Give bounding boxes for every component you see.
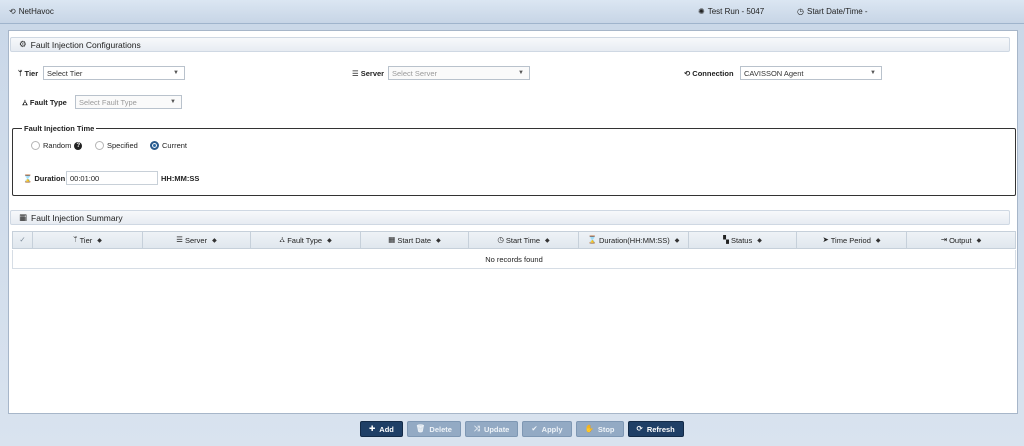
injection-time-legend: Fault Injection Time bbox=[22, 124, 97, 133]
duration-label: ⌛ Duration bbox=[23, 173, 66, 183]
map-icon: ▚ bbox=[723, 235, 729, 245]
summary-table-header: ✓ ᛘ Tier ◆ ☰ Server ◆ ⛼ Fault Type ◆ ▦ S… bbox=[12, 231, 1016, 249]
trash-icon: 🗑 bbox=[415, 424, 426, 434]
sort-icon[interactable]: ◆ bbox=[757, 237, 762, 244]
check-icon: ✔ bbox=[531, 424, 538, 434]
sort-icon[interactable]: ◆ bbox=[436, 237, 441, 244]
sort-icon[interactable]: ◆ bbox=[327, 237, 332, 244]
column-header-duration[interactable]: ⌛ Duration(HH:MM:SS) ◆ bbox=[579, 232, 689, 248]
hourglass-icon: ⌛ bbox=[587, 235, 597, 245]
connection-select[interactable]: CAVISSON Agent ▼ bbox=[740, 66, 882, 80]
radio-current[interactable]: Current bbox=[150, 141, 187, 150]
column-header-tier[interactable]: ᛘ Tier ◆ bbox=[33, 232, 143, 248]
plus-icon: ✚ bbox=[369, 424, 376, 434]
config-section-title: Fault Injection Configurations bbox=[30, 39, 141, 50]
chevron-down-icon: ▼ bbox=[173, 70, 179, 76]
start-datetime-label: Start Date/Time - bbox=[806, 7, 868, 16]
start-datetime-info: ◷ Start Date/Time - bbox=[797, 7, 868, 16]
send-icon: ➤ bbox=[822, 235, 829, 245]
link-icon: ⟲ bbox=[684, 68, 691, 78]
calendar-icon: ▦ bbox=[388, 235, 396, 245]
gears-icon: ⚙ bbox=[19, 39, 27, 50]
column-header-output[interactable]: ⇥ Output ◆ bbox=[907, 232, 1015, 248]
sort-icon[interactable]: ◆ bbox=[675, 237, 680, 244]
column-header-time-period[interactable]: ➤ Time Period ◆ bbox=[797, 232, 907, 248]
duration-input[interactable]: 00:01:00 bbox=[66, 171, 158, 185]
server-icon: ☰ bbox=[352, 68, 359, 78]
column-header-status[interactable]: ▚ Status ◆ bbox=[689, 232, 797, 248]
hand-stop-icon: ✋ bbox=[584, 424, 594, 434]
sort-icon[interactable]: ◆ bbox=[545, 237, 550, 244]
refresh-button[interactable]: ⟳ Refresh bbox=[627, 421, 684, 437]
column-header-server[interactable]: ☰ Server ◆ bbox=[143, 232, 251, 248]
select-all-checkbox[interactable]: ✓ bbox=[13, 232, 33, 248]
sort-icon[interactable]: ◆ bbox=[212, 237, 217, 244]
spinner-icon: ✺ bbox=[698, 6, 705, 16]
chevron-down-icon: ▼ bbox=[870, 70, 876, 76]
top-header: ⟲ NetHavoc ✺ Test Run - 5047 ◷ Start Dat… bbox=[0, 0, 1024, 24]
check-icon: ✓ bbox=[19, 235, 26, 245]
help-icon[interactable]: ? bbox=[74, 141, 83, 150]
duration-format: HH:MM:SS bbox=[161, 174, 200, 183]
sort-icon[interactable]: ◆ bbox=[977, 237, 982, 244]
radio-specified-circle[interactable] bbox=[95, 141, 104, 150]
tier-label: ᛘ Tier bbox=[18, 68, 39, 78]
radio-random[interactable]: Random ? bbox=[31, 141, 83, 150]
clock-icon: ◷ bbox=[497, 235, 504, 245]
fault-type-select[interactable]: Select Fault Type ▼ bbox=[75, 95, 182, 109]
chevron-down-icon: ▼ bbox=[518, 70, 524, 76]
test-run-info: ✺ Test Run - 5047 bbox=[698, 7, 764, 16]
connection-label: ⟲ Connection bbox=[684, 68, 734, 78]
empty-table-message: No records found bbox=[12, 250, 1016, 269]
app-title-text: NetHavoc bbox=[18, 7, 54, 16]
hourglass-icon: ⌛ bbox=[23, 173, 33, 183]
app-title: ⟲ NetHavoc bbox=[9, 7, 54, 16]
summary-section-header: ▦ Fault Injection Summary bbox=[10, 210, 1010, 225]
radio-current-circle[interactable] bbox=[150, 141, 159, 150]
nethavoc-logo-icon: ⟲ bbox=[9, 6, 16, 16]
sitemap-icon: ⛼ bbox=[279, 235, 286, 245]
summary-section-title: Fault Injection Summary bbox=[31, 212, 123, 223]
fault-type-label: ⛼ Fault Type bbox=[22, 97, 67, 107]
server-select[interactable]: Select Server ▼ bbox=[388, 66, 530, 80]
sign-out-icon: ⇥ bbox=[940, 235, 948, 245]
column-header-fault-type[interactable]: ⛼ Fault Type ◆ bbox=[251, 232, 361, 248]
apply-button[interactable]: ✔ Apply bbox=[522, 421, 572, 437]
tier-icon: ᛘ bbox=[73, 235, 78, 245]
action-button-bar: ✚ Add 🗑 Delete ⤨ Update ✔ Apply ✋ Stop ⟳… bbox=[360, 421, 684, 437]
sort-icon[interactable]: ◆ bbox=[876, 237, 881, 244]
sitemap-icon: ⛼ bbox=[22, 97, 28, 107]
server-icon: ☰ bbox=[176, 235, 183, 245]
update-button[interactable]: ⤨ Update bbox=[464, 421, 519, 437]
injection-time-fieldset bbox=[12, 128, 1016, 196]
stop-button[interactable]: ✋ Stop bbox=[575, 421, 624, 437]
radio-specified[interactable]: Specified bbox=[95, 141, 138, 150]
test-run-label: Test Run - 5047 bbox=[707, 7, 765, 16]
refresh-icon: ⟳ bbox=[636, 424, 643, 434]
column-header-start-date[interactable]: ▦ Start Date ◆ bbox=[361, 232, 469, 248]
delete-button[interactable]: 🗑 Delete bbox=[406, 421, 461, 437]
add-button[interactable]: ✚ Add bbox=[360, 421, 403, 437]
table-icon: ▦ bbox=[19, 212, 28, 223]
chevron-down-icon: ▼ bbox=[170, 99, 176, 105]
server-label: ☰ Server bbox=[352, 68, 385, 78]
tier-select[interactable]: Select Tier ▼ bbox=[43, 66, 185, 80]
tier-icon: ᛘ bbox=[18, 68, 23, 78]
sort-icon[interactable]: ◆ bbox=[97, 237, 102, 244]
clock-icon: ◷ bbox=[797, 6, 804, 16]
radio-random-circle[interactable] bbox=[31, 141, 40, 150]
column-header-start-time[interactable]: ◷ Start Time ◆ bbox=[469, 232, 579, 248]
config-section-header: ⚙ Fault Injection Configurations bbox=[10, 37, 1010, 52]
shuffle-icon: ⤨ bbox=[473, 424, 480, 434]
